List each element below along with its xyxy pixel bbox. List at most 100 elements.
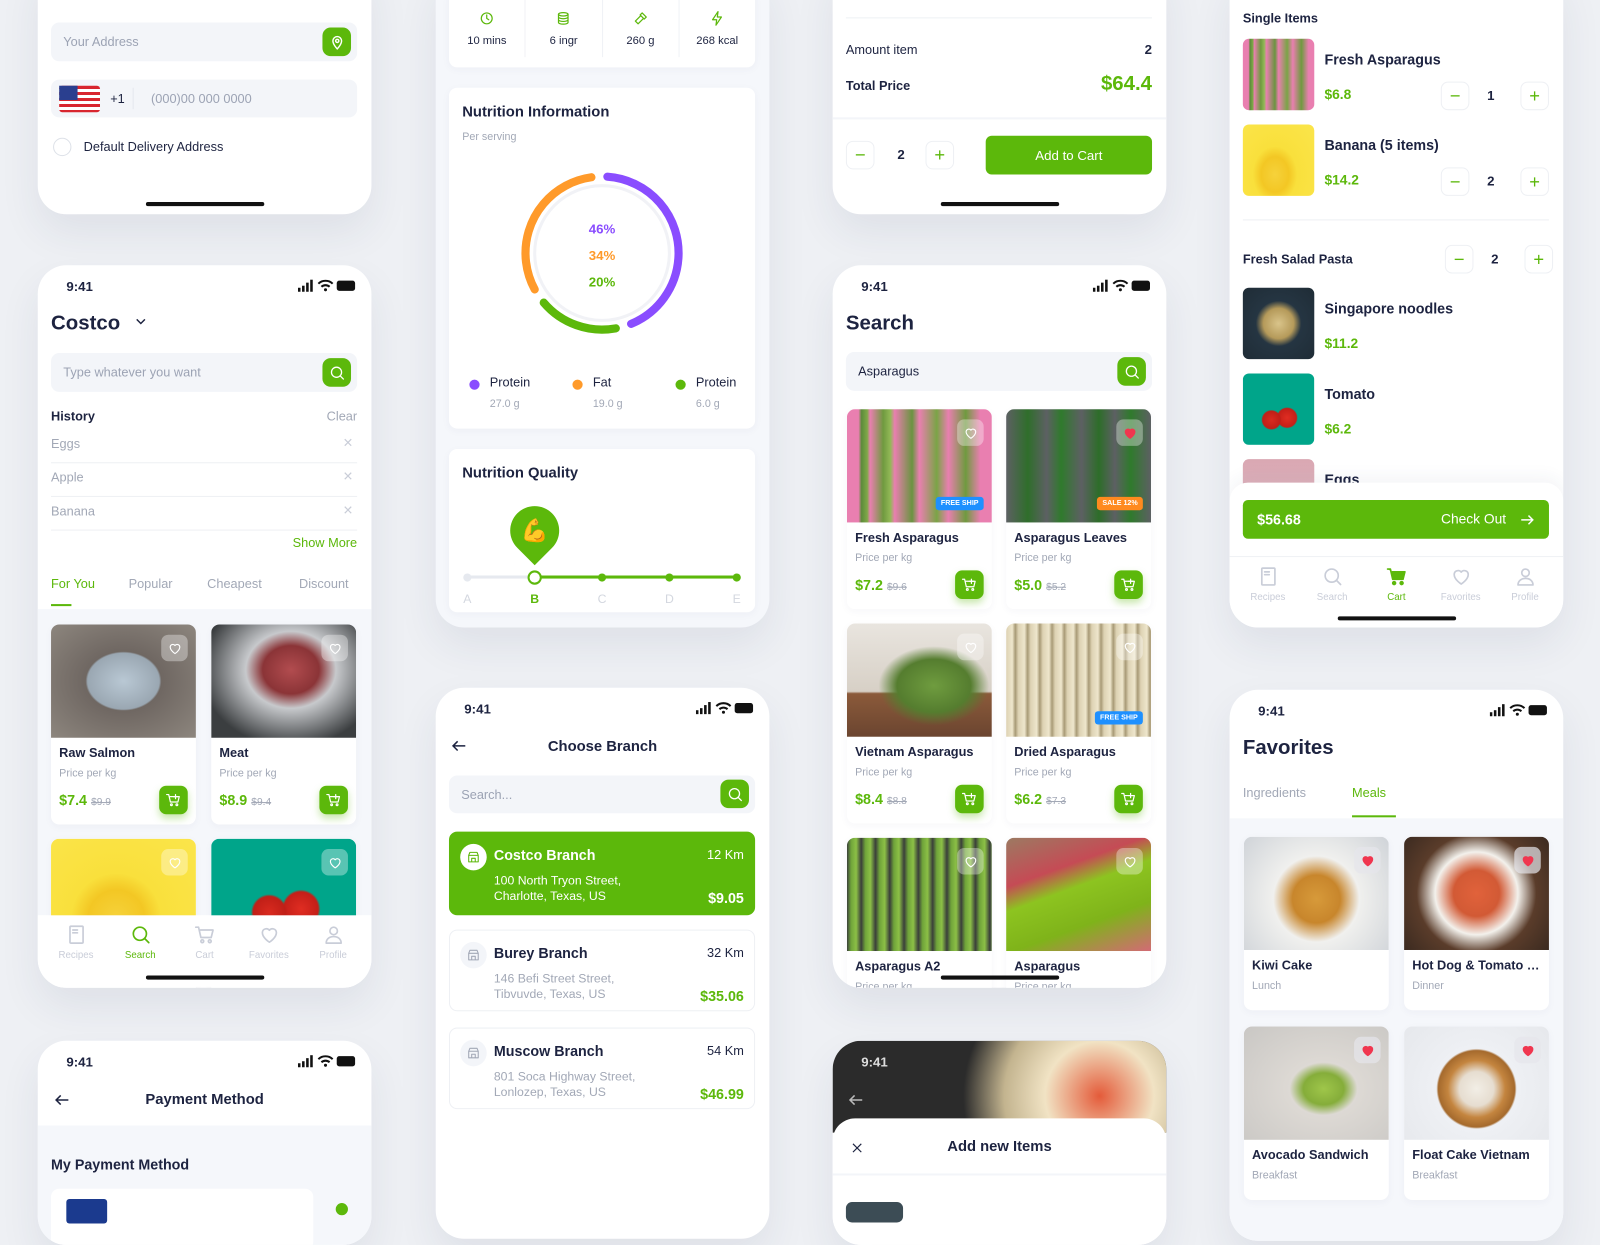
- payment-card[interactable]: [51, 1188, 314, 1245]
- nav-favorites[interactable]: Favorites: [1430, 557, 1491, 618]
- quality-title: Nutrition Quality: [462, 465, 579, 482]
- search-button[interactable]: [322, 358, 352, 387]
- favorites-screen: 9:41 Favorites Ingredients Meals Kiwi Ca…: [1229, 689, 1564, 1241]
- increase-button[interactable]: +: [1524, 244, 1554, 274]
- add-to-cart-button[interactable]: [955, 784, 984, 814]
- favorite-card-hot-dog-tomato-s[interactable]: Hot Dog & Tomato S... Dinner: [1404, 836, 1549, 1011]
- history-item-apple[interactable]: Apple ✕: [51, 463, 358, 497]
- nutrition-subtitle: Per serving: [462, 130, 517, 143]
- favorite-button[interactable]: [1116, 847, 1143, 875]
- history-item-eggs[interactable]: Eggs ✕: [51, 430, 358, 464]
- favorite-button[interactable]: [957, 633, 984, 661]
- store-selector[interactable]: Costco: [51, 312, 149, 335]
- search-button[interactable]: [1117, 357, 1146, 386]
- remove-icon[interactable]: ✕: [343, 436, 353, 450]
- home-indicator: [1337, 616, 1456, 621]
- tab-cheapest[interactable]: Cheapest: [207, 577, 262, 591]
- legend-name: Fat: [592, 375, 612, 390]
- branch-costco-branch[interactable]: Costco Branch 12 Km 100 North Tryon Stre…: [448, 831, 756, 916]
- decrease-button[interactable]: −: [1444, 244, 1474, 274]
- search-input[interactable]: Type whatever you want: [51, 353, 358, 392]
- search-input[interactable]: Asparagus: [845, 352, 1153, 391]
- grade-point-e: [732, 572, 741, 582]
- clear-history-link[interactable]: Clear: [327, 409, 357, 423]
- history-item-banana[interactable]: Banana ✕: [51, 497, 358, 531]
- us-flag-icon[interactable]: [59, 85, 100, 113]
- search-placeholder: Type whatever you want: [63, 365, 201, 380]
- favorite-button[interactable]: [321, 634, 348, 662]
- favorite-button[interactable]: [957, 847, 984, 875]
- favorite-button[interactable]: [161, 848, 188, 876]
- tab-popular[interactable]: Popular: [129, 577, 173, 591]
- show-more-link[interactable]: Show More: [293, 536, 358, 550]
- favorite-button[interactable]: [1354, 1036, 1381, 1064]
- favorite-button[interactable]: [1354, 846, 1381, 874]
- nav-recipes[interactable]: Recipes: [1237, 557, 1298, 618]
- product-card[interactable]: FREE SHIP Dried Asparagus Price per kg $6.2…: [1006, 623, 1152, 824]
- nav-cart[interactable]: Cart: [1366, 557, 1427, 618]
- address-field[interactable]: Your Address: [51, 22, 358, 62]
- tab-ingredients[interactable]: Ingredients: [1243, 786, 1306, 800]
- product-card[interactable]: Vietnam Asparagus Price per kg $8.4 $8.8: [846, 623, 992, 824]
- favorite-button[interactable]: [161, 634, 188, 662]
- favorite-button[interactable]: [1514, 1036, 1541, 1064]
- add-to-cart-button[interactable]: [1114, 784, 1143, 814]
- remove-icon[interactable]: ✕: [343, 503, 353, 517]
- add-to-cart-button[interactable]: [319, 785, 348, 815]
- increase-button[interactable]: +: [925, 140, 955, 170]
- nav-search[interactable]: Search: [1302, 557, 1363, 618]
- product-card[interactable]: Meat Price per kg $8.9 $9.4: [211, 624, 357, 825]
- decrease-button[interactable]: −: [1440, 167, 1470, 196]
- favorite-card-kiwi-cake[interactable]: Kiwi Cake Lunch: [1243, 836, 1389, 1011]
- nav-profile[interactable]: Profile: [303, 915, 364, 986]
- product-name: Raw Salmon: [59, 745, 136, 761]
- product-price: $6.2 $7.3: [1014, 791, 1066, 807]
- add-to-cart-button[interactable]: [955, 570, 984, 599]
- favorite-button[interactable]: [1116, 633, 1143, 661]
- favorite-button[interactable]: [1514, 846, 1541, 874]
- checkout-label: Check Out: [1441, 511, 1507, 527]
- old-price: $9.9: [91, 796, 111, 809]
- favorite-card-avocado-sandwich[interactable]: Avocado Sandwich Breakfast: [1243, 1026, 1389, 1200]
- item-image: [1242, 373, 1315, 445]
- favorite-button[interactable]: [321, 848, 348, 876]
- nav-profile[interactable]: Profile: [1494, 557, 1555, 618]
- default-address-radio[interactable]: [53, 137, 72, 157]
- increase-button[interactable]: +: [1520, 81, 1549, 111]
- product-badge: FREE SHIP: [1094, 711, 1143, 725]
- product-card[interactable]: Asparagus A2 Price per kg: [846, 837, 992, 988]
- tab-discount[interactable]: Discount: [299, 577, 349, 591]
- store-icon: [460, 843, 487, 871]
- cart-plus-icon: [961, 792, 976, 806]
- add-to-cart-button[interactable]: [1114, 570, 1143, 599]
- favorite-button[interactable]: [957, 419, 984, 446]
- stat-6-ingr: 6 ingr: [524, 0, 602, 58]
- nav-recipes[interactable]: Recipes: [45, 915, 106, 986]
- favorite-card-float-cake-vietnam[interactable]: Float Cake Vietnam Breakfast: [1404, 1026, 1549, 1200]
- product-card[interactable]: FREE SHIP Fresh Asparagus Price per kg $7.2…: [846, 409, 992, 610]
- grade-label-d: D: [664, 591, 674, 607]
- decrease-button[interactable]: −: [1440, 81, 1470, 111]
- branch-burey-branch[interactable]: Burey Branch 32 Km 146 Befi Street Stree…: [448, 929, 756, 1012]
- decrease-button[interactable]: −: [845, 140, 875, 170]
- phone-field[interactable]: +1 (000)00 000 0000: [51, 79, 358, 118]
- branch-muscow-branch[interactable]: Muscow Branch 54 Km 801 Soca Highway Str…: [448, 1027, 756, 1110]
- tab-meals[interactable]: Meals: [1352, 786, 1386, 800]
- increase-button[interactable]: +: [1520, 167, 1549, 196]
- location-pin-button[interactable]: [322, 27, 352, 57]
- heart-icon: [965, 428, 976, 439]
- checkout-button[interactable]: $56.68 Check Out: [1242, 499, 1549, 539]
- add-to-cart-button[interactable]: Add to Cart: [985, 135, 1153, 175]
- product-card[interactable]: Raw Salmon Price per kg $7.4 $9.9: [51, 624, 196, 825]
- favorite-button[interactable]: [1116, 419, 1143, 446]
- search-button[interactable]: [720, 779, 749, 809]
- product-card[interactable]: Asparagus Price per kg: [1006, 837, 1152, 988]
- nav-label: Cart: [195, 949, 214, 962]
- remove-icon[interactable]: ✕: [343, 469, 353, 483]
- back-arrow-icon[interactable]: [847, 1091, 865, 1109]
- product-card[interactable]: SALE 12% Asparagus Leaves Price per kg $5.0…: [1006, 409, 1152, 610]
- meal-name: Avocado Sandwich: [1252, 1147, 1369, 1163]
- branch-search-input[interactable]: Search...: [448, 775, 756, 814]
- tab-for-you[interactable]: For You: [51, 577, 95, 591]
- add-to-cart-button[interactable]: [159, 785, 188, 815]
